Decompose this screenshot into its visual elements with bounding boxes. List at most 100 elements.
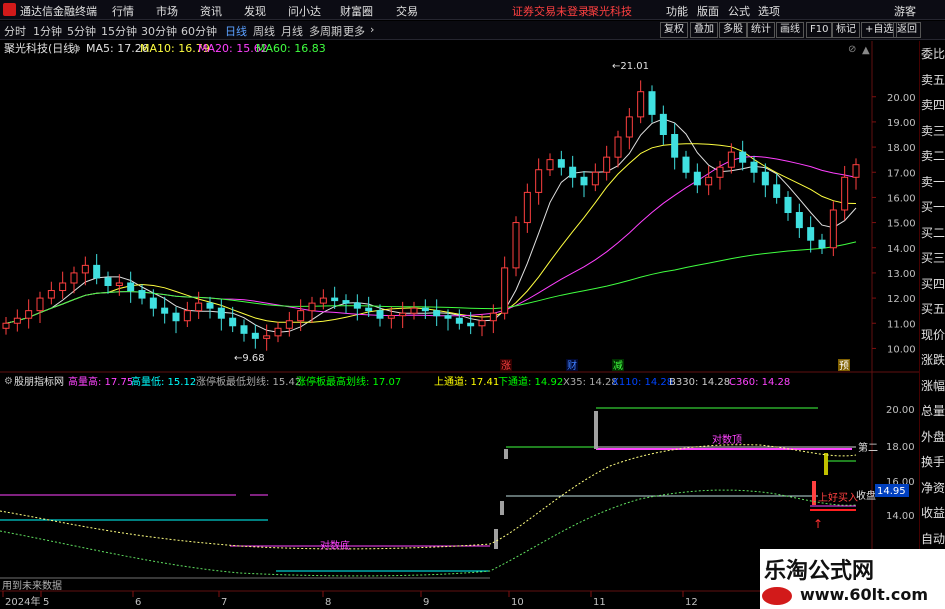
- candle-body: [648, 91, 656, 115]
- date-tick-label: 10: [511, 597, 524, 608]
- menu-shichang[interactable]: 市场: [156, 3, 178, 19]
- multi-stock-button[interactable]: 多股: [719, 22, 747, 38]
- mark-button[interactable]: 标记: [832, 22, 860, 38]
- sidebar-item[interactable]: 涨跌: [921, 353, 945, 367]
- f10-button[interactable]: F10: [806, 22, 833, 38]
- tab-5min[interactable]: 5分钟: [67, 23, 96, 39]
- sidebar-item[interactable]: 总量: [921, 404, 945, 418]
- candle-body: [2, 322, 10, 329]
- menu-wenxiaoda[interactable]: 问小达: [288, 3, 321, 19]
- tab-fenshi[interactable]: 分时: [4, 23, 26, 39]
- candle-body: [172, 312, 180, 322]
- sidebar-item[interactable]: 买五: [921, 302, 945, 316]
- menu-hangqing[interactable]: 行情: [112, 3, 134, 19]
- forecast-marker[interactable]: 预: [839, 360, 849, 372]
- back-button[interactable]: 返回: [893, 22, 921, 38]
- sidebar-item[interactable]: 换手: [921, 455, 945, 469]
- kline-chart-area[interactable]: 聚光科技(日线) ⚙ MA5: 17.26 MA10: 16.79 MA20: …: [0, 41, 919, 609]
- sidebar-item[interactable]: 委比: [921, 47, 945, 61]
- menu-jiaoyi[interactable]: 交易: [396, 3, 418, 19]
- chevron-right-icon[interactable]: ›: [370, 23, 374, 36]
- candle-body: [319, 297, 327, 304]
- candle-body: [285, 320, 293, 329]
- title-bar: 通达信金融终端 行情 市场 资讯 发现 问小达 财富圈 交易 证券交易未登录 聚…: [0, 0, 945, 20]
- sidebar-item[interactable]: 卖一: [921, 175, 945, 189]
- sidebar-item[interactable]: 买四: [921, 277, 945, 291]
- guest-button[interactable]: 游客: [894, 3, 916, 19]
- indicator-name: 股朋指标网: [14, 375, 64, 388]
- tab-1min[interactable]: 1分钟: [33, 23, 62, 39]
- collapse-icon[interactable]: ▲: [862, 45, 870, 56]
- menu-xuanxiang[interactable]: 选项: [758, 3, 780, 19]
- tab-monthly[interactable]: 月线: [281, 23, 303, 39]
- limit-up-marker[interactable]: 涨: [501, 360, 511, 372]
- finance-marker[interactable]: 财: [567, 359, 577, 372]
- signal-bar: [824, 453, 828, 475]
- settings-icon[interactable]: ⚙: [72, 44, 81, 55]
- menu-zixun[interactable]: 资讯: [200, 3, 222, 19]
- sidebar-item[interactable]: 买一: [921, 200, 945, 214]
- statistics-button[interactable]: 统计: [747, 22, 775, 38]
- candle-body: [59, 282, 67, 292]
- candle-body: [36, 297, 44, 312]
- overlay-button[interactable]: 叠加: [690, 22, 718, 38]
- volume-bar: [500, 501, 504, 515]
- menu-gongshi[interactable]: 公式: [728, 3, 750, 19]
- candle-body: [535, 169, 543, 193]
- menu-banmian[interactable]: 版面: [697, 3, 719, 19]
- tab-more[interactable]: 更多: [343, 23, 365, 39]
- app-logo-icon: [3, 3, 16, 16]
- sidebar-item[interactable]: 现价: [921, 328, 945, 342]
- tab-15min[interactable]: 15分钟: [101, 23, 137, 39]
- candle-body: [546, 159, 554, 171]
- draw-line-button[interactable]: 画线: [776, 22, 804, 38]
- sidebar-item[interactable]: 涨幅: [921, 379, 945, 393]
- log-bottom-label: 对数底: [320, 539, 350, 552]
- sidebar-item[interactable]: 外盘: [921, 430, 945, 444]
- menu-gongneng[interactable]: 功能: [666, 3, 688, 19]
- sidebar-item[interactable]: 收益: [921, 506, 945, 520]
- volume-bar: [494, 529, 498, 549]
- reduce-marker[interactable]: 减: [613, 360, 623, 372]
- date-tick-label: 2024年: [5, 595, 40, 608]
- candle-body: [852, 164, 860, 178]
- candle-body: [795, 212, 803, 229]
- indicator-value: C360: 14.28: [729, 377, 790, 388]
- sidebar-item[interactable]: 卖四: [921, 98, 945, 112]
- indicator-tick-label: 14.00: [886, 511, 915, 522]
- candle-body: [591, 171, 599, 186]
- tab-multi-period[interactable]: 多周期: [309, 23, 342, 39]
- sidebar-item[interactable]: 卖五: [921, 73, 945, 87]
- price-tick-label: 18.00: [887, 143, 916, 154]
- add-favorite-button[interactable]: +自选: [861, 22, 898, 38]
- high-price-label: ←21.01: [612, 61, 649, 72]
- trade-login-notice[interactable]: 证券交易未登录: [512, 3, 589, 19]
- candle-body: [195, 302, 203, 312]
- fuquan-button[interactable]: 复权: [660, 22, 688, 38]
- sidebar-item[interactable]: 卖二: [921, 149, 945, 163]
- tab-daily[interactable]: 日线: [225, 23, 247, 39]
- candle-body: [671, 134, 679, 158]
- price-axis: 20.00 19.00 18.00 17.00 16.00 15.00 14.00 13.00…: [872, 93, 916, 355]
- candle-body: [523, 191, 531, 224]
- sidebar-item[interactable]: 买三: [921, 251, 945, 265]
- menu-caifuquan[interactable]: 财富圈: [340, 3, 373, 19]
- slash-icon[interactable]: ⊘: [848, 44, 856, 55]
- volume-bar: [594, 411, 598, 449]
- settings-icon[interactable]: ⚙: [4, 376, 13, 387]
- sidebar-item[interactable]: 买二: [921, 226, 945, 240]
- candle-body: [467, 322, 475, 327]
- sidebar-item[interactable]: 自动: [921, 532, 945, 546]
- sidebar-item[interactable]: 卖三: [921, 124, 945, 138]
- second-label: 第二: [858, 441, 878, 454]
- sidebar-item[interactable]: 净资: [921, 481, 945, 495]
- indicator-axis: 20.0018.0016.0014.0014.9514:5614:5614:56…: [875, 405, 915, 522]
- menu-faxian[interactable]: 发现: [244, 3, 266, 19]
- candle-body: [841, 176, 849, 211]
- tab-60min[interactable]: 60分钟: [181, 23, 217, 39]
- tab-weekly[interactable]: 周线: [253, 23, 275, 39]
- indicator-value: X35: 14.28: [563, 377, 618, 388]
- candle-body: [149, 297, 157, 309]
- candle-body: [818, 239, 826, 249]
- tab-30min[interactable]: 30分钟: [141, 23, 177, 39]
